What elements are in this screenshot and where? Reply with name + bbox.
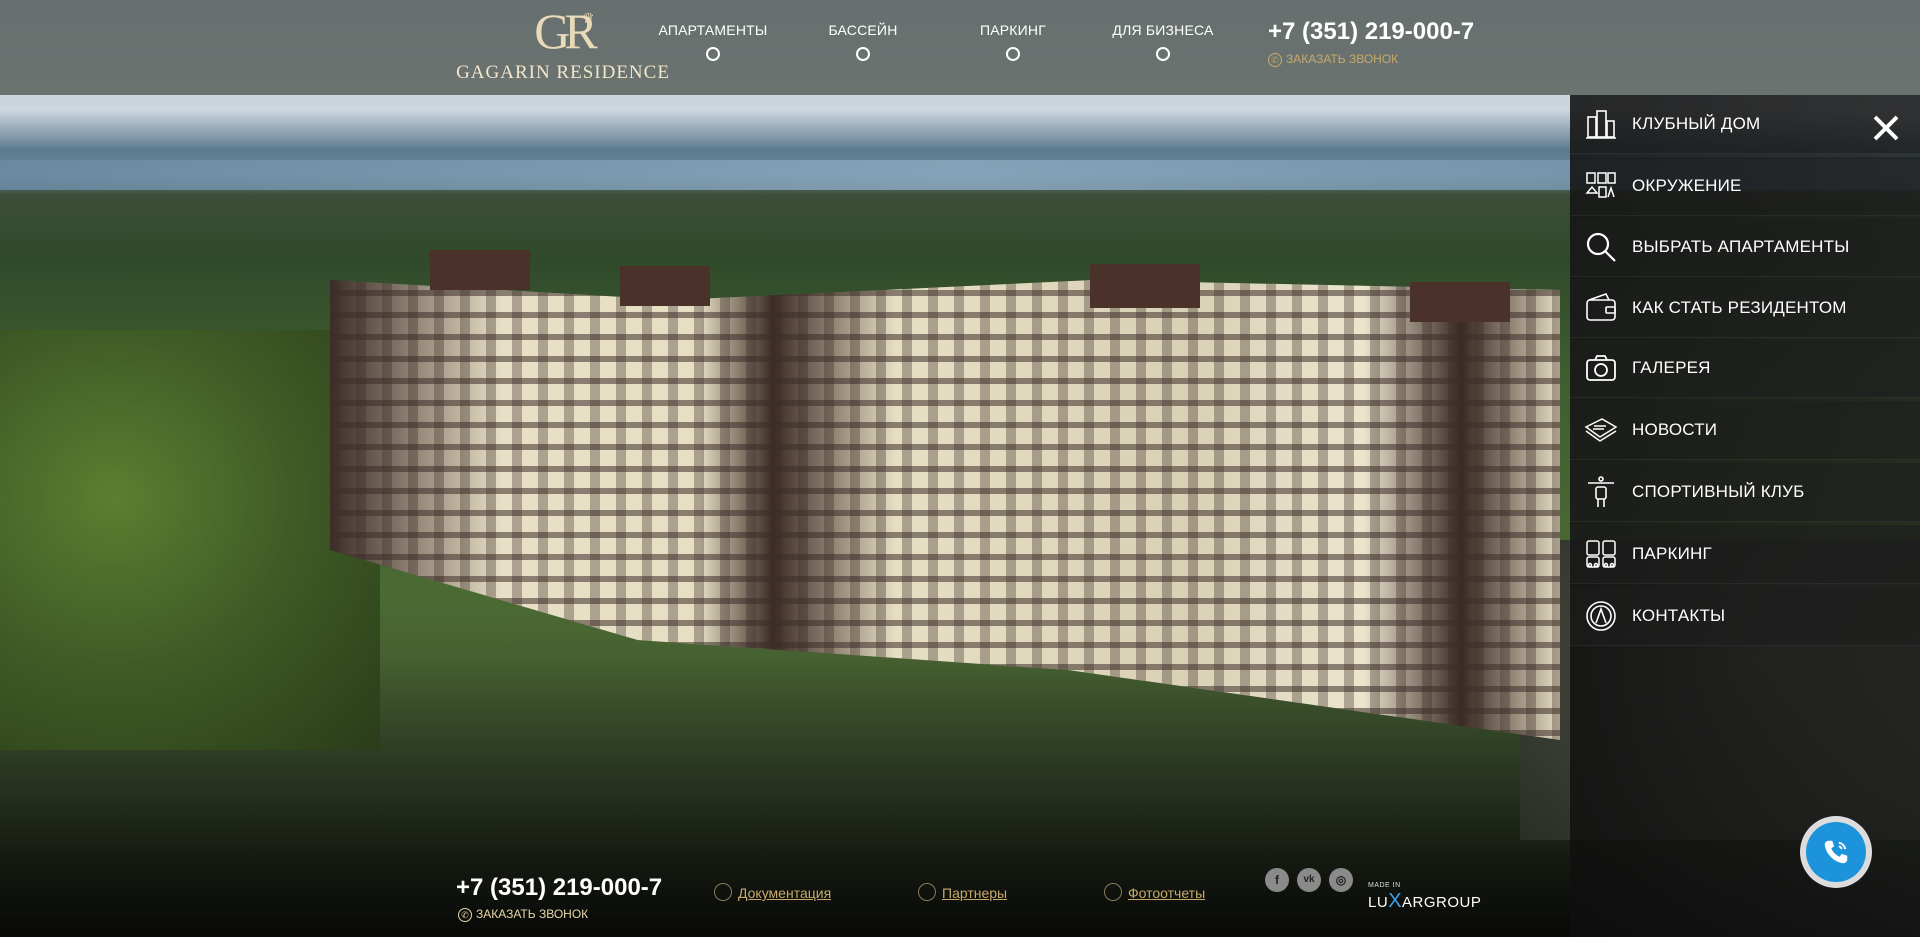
phone-icon [1824, 840, 1848, 864]
menu-item-surroundings[interactable]: ОКРУЖЕНИЕ [1570, 157, 1920, 216]
building-icon [1584, 107, 1618, 141]
vk-icon[interactable]: vk [1297, 868, 1321, 892]
side-menu: КЛУБНЫЙ ДОМ ОКРУЖЕНИЕ ВЫБРАТЬ АПАРТАМЕНТ… [1570, 95, 1920, 937]
nav-dot[interactable] [1156, 47, 1170, 61]
menu-label: КЛУБНЫЙ ДОМ [1632, 114, 1761, 133]
nav-dot[interactable] [856, 47, 870, 61]
menu-label: СПОРТИВНЫЙ КЛУБ [1632, 482, 1805, 501]
crown-icon: ♛ [582, 10, 595, 26]
menu-label: ОКРУЖЕНИЕ [1632, 176, 1742, 195]
partners-icon [918, 883, 936, 901]
nav-item-pool[interactable]: БАССЕЙН [788, 22, 938, 61]
menu-item-become-resident[interactable]: КАК СТАТЬ РЕЗИДЕНТОМ [1570, 279, 1920, 338]
phone-icon: ✆ [458, 907, 472, 922]
menu-item-gallery[interactable]: ГАЛЕРЕЯ [1570, 339, 1920, 398]
header-phone[interactable]: +7 (351) 219-000-7 [1268, 18, 1474, 46]
nav-dot[interactable] [1006, 47, 1020, 61]
instagram-icon[interactable]: ◎ [1329, 868, 1353, 892]
camera-icon [1584, 351, 1618, 385]
nav-label: ПАРКИНГ [979, 22, 1047, 38]
footer-phone[interactable]: +7 (351) 219-000-7 [456, 874, 662, 902]
roof-block [620, 266, 710, 306]
menu-item-contacts[interactable]: КОНТАКТЫ [1570, 587, 1920, 646]
roof-block [1090, 264, 1200, 308]
newspaper-icon [1584, 413, 1618, 447]
nav-item-parking[interactable]: ПАРКИНГ [938, 22, 1088, 61]
nav-item-apartments[interactable]: АПАРТАМЕНТЫ [638, 22, 788, 61]
menu-label: НОВОСТИ [1632, 420, 1718, 439]
camera-icon [1104, 883, 1122, 901]
menu-label: КОНТАКТЫ [1632, 606, 1726, 625]
footer-link-photo-reports[interactable]: Фотоотчеты [1104, 883, 1205, 901]
menu-label: КАК СТАТЬ РЕЗИДЕНТОМ [1632, 298, 1847, 317]
facebook-icon[interactable]: f [1265, 868, 1289, 892]
forest-left [0, 330, 380, 750]
nav-dot[interactable] [706, 47, 720, 61]
close-menu-button[interactable] [1870, 112, 1902, 144]
close-icon [1873, 115, 1899, 141]
wallet-icon [1584, 291, 1618, 325]
fitness-icon [1584, 475, 1618, 509]
menu-label: ГАЛЕРЕЯ [1632, 358, 1711, 377]
menu-label: ПАРКИНГ [1632, 544, 1712, 563]
callback-label: ЗАКАЗАТЬ ЗВОНОК [1286, 52, 1399, 66]
menu-item-sports-club[interactable]: СПОРТИВНЫЙ КЛУБ [1570, 463, 1920, 522]
footer-link-label: Партнеры [942, 885, 1008, 901]
menu-label: ВЫБРАТЬ АПАРТАМЕНТЫ [1632, 237, 1850, 256]
menu-item-parking[interactable]: ПАРКИНГ [1570, 525, 1920, 584]
surroundings-icon [1584, 169, 1618, 203]
residence-building [330, 280, 1560, 740]
menu-item-choose-apartments[interactable]: ВЫБРАТЬ АПАРТАМЕНТЫ [1570, 218, 1920, 277]
luxar-post: ARGROUP [1402, 894, 1482, 911]
document-icon [714, 883, 732, 901]
compass-icon [1584, 599, 1618, 633]
roof-block [430, 250, 530, 290]
footer-link-label: Документация [738, 885, 832, 901]
roof-block [1410, 282, 1510, 322]
made-in-label: MADE IN [1368, 882, 1401, 889]
phone-icon: ✆ [1268, 52, 1282, 67]
menu-item-news[interactable]: НОВОСТИ [1570, 401, 1920, 460]
logo-text: GAGARIN RESIDENCE [456, 62, 670, 83]
footer-link-label: Фотоотчеты [1128, 885, 1206, 901]
luxar-x: X [1388, 890, 1403, 912]
parking-icon [1584, 537, 1618, 571]
footer-link-documents[interactable]: Документация [714, 883, 831, 901]
header-callback-link[interactable]: ✆ ЗАКАЗАТЬ ЗВОНОК [1268, 52, 1398, 67]
search-icon [1584, 230, 1618, 264]
nav-label: ДЛЯ БИЗНЕСА [1112, 22, 1214, 38]
nav-label: АПАРТАМЕНТЫ [658, 22, 768, 38]
luxar-pre: LU [1368, 894, 1389, 911]
callback-label: ЗАКАЗАТЬ ЗВОНОК [476, 907, 589, 921]
footer-link-partners[interactable]: Партнеры [918, 883, 1007, 901]
footer-callback-link[interactable]: ✆ ЗАКАЗАТЬ ЗВОНОК [458, 907, 588, 922]
call-button[interactable] [1806, 822, 1866, 882]
nav-label: БАССЕЙН [828, 22, 898, 38]
nav-item-business[interactable]: ДЛЯ БИЗНЕСА [1088, 22, 1238, 61]
top-header: GR ♛ GAGARIN RESIDENCE АПАРТАМЕНТЫ БАССЕ… [0, 0, 1920, 95]
menu-item-club-house[interactable]: КЛУБНЫЙ ДОМ [1570, 95, 1920, 154]
luxar-group-logo[interactable]: LUXARGROUP [1368, 890, 1481, 913]
